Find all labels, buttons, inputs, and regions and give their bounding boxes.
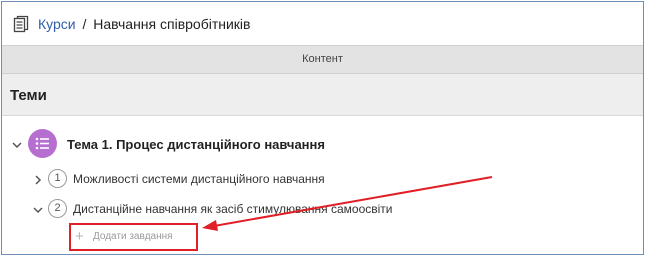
lesson-number: 2 bbox=[48, 199, 67, 218]
plus-icon: + bbox=[75, 228, 84, 245]
add-task-label: Додати завдання bbox=[93, 231, 173, 242]
chevron-down-icon[interactable] bbox=[32, 204, 44, 216]
lesson-row[interactable]: 1 Можливості системи дистанційного навча… bbox=[2, 166, 643, 194]
section-header: Теми bbox=[2, 74, 643, 116]
breadcrumb-current: Навчання співробітників bbox=[93, 16, 251, 32]
topic-row[interactable]: Тема 1. Процес дистанційного навчання bbox=[2, 126, 643, 162]
topic-avatar bbox=[28, 129, 57, 158]
lesson-row[interactable]: 2 Дистанційне навчання як засіб стимулюв… bbox=[2, 196, 643, 224]
section-title: Теми bbox=[10, 87, 47, 104]
topic-title: Тема 1. Процес дистанційного навчання bbox=[67, 137, 325, 152]
lesson-title: Можливості системи дистанційного навчанн… bbox=[73, 172, 325, 186]
lesson-title: Дистанційне навчання як засіб стимулюван… bbox=[73, 202, 393, 216]
tab-content[interactable]: Контент bbox=[2, 45, 643, 74]
add-task-button[interactable]: + Додати завдання bbox=[69, 223, 198, 251]
chevron-right-icon[interactable] bbox=[32, 174, 44, 186]
breadcrumb-courses-link[interactable]: Курси bbox=[38, 16, 76, 32]
breadcrumb-separator: / bbox=[82, 16, 87, 32]
page-header: Курси / Навчання співробітників bbox=[2, 2, 643, 45]
breadcrumb: Курси / Навчання співробітників bbox=[38, 16, 250, 32]
app-window: Курси / Навчання співробітників Контент … bbox=[1, 1, 644, 255]
chevron-down-icon[interactable] bbox=[11, 139, 23, 151]
document-list-icon bbox=[13, 15, 29, 33]
lesson-number: 1 bbox=[48, 169, 67, 188]
list-icon bbox=[35, 137, 49, 150]
